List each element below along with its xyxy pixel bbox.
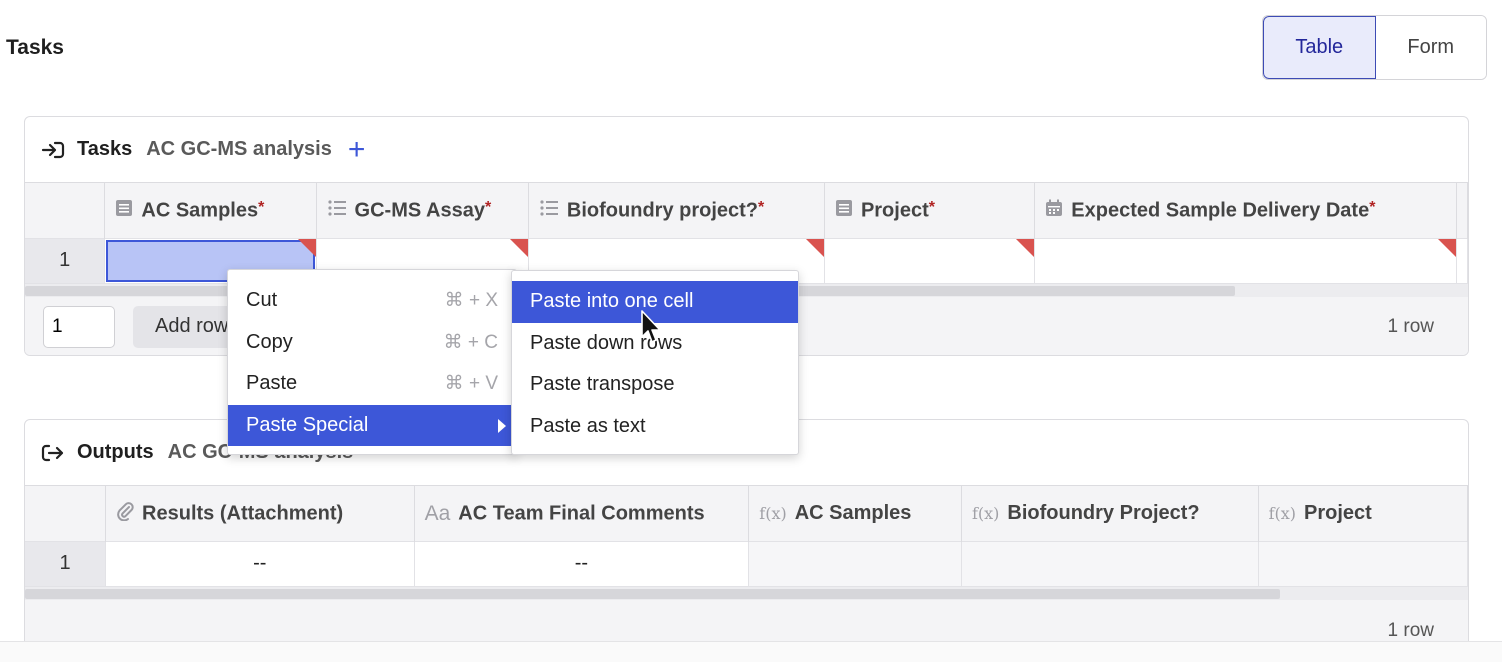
tasks-panel-header: Tasks AC GC-MS analysis +	[25, 117, 1468, 182]
outputs-table: Results (Attachment) Aa AC Team Final Com…	[25, 485, 1468, 586]
column-header-overflow	[1456, 182, 1468, 239]
view-toggle: Table Form	[1262, 15, 1487, 80]
column-label: AC Samples	[141, 198, 259, 221]
required-marker: *	[258, 198, 265, 216]
cell-overflow	[1456, 238, 1468, 283]
cell-expected-delivery-date[interactable]	[1034, 238, 1457, 283]
cell-results[interactable]: --	[105, 541, 415, 586]
menu-item-paste-special[interactable]: Paste Special	[228, 404, 516, 446]
paste-special-submenu: Paste into one cell Paste down rows Past…	[511, 270, 799, 455]
header-corner	[25, 182, 106, 239]
tasks-panel-subtitle: AC GC-MS analysis	[146, 138, 332, 160]
rows-count-input[interactable]	[43, 305, 115, 348]
required-flag	[1016, 239, 1035, 257]
column-label: Biofoundry Project?	[1007, 502, 1200, 524]
calendar-icon	[1045, 199, 1063, 223]
row-count: 1 row	[1387, 619, 1434, 641]
required-flag	[509, 239, 528, 257]
column-label: AC Samples	[794, 502, 912, 524]
menu-item-copy[interactable]: Copy ⌘ + C	[228, 322, 516, 364]
tasks-panel-kind: Tasks	[77, 138, 133, 160]
required-marker: *	[484, 198, 492, 216]
table-row: 1 -- --	[25, 541, 1468, 586]
list-icon	[327, 199, 347, 223]
table-view-button[interactable]: Table	[1263, 16, 1376, 79]
mouse-cursor-icon	[640, 309, 664, 350]
menu-item-label: Cut	[246, 289, 278, 312]
column-label: Project	[1304, 502, 1372, 524]
column-header-results[interactable]: Results (Attachment)	[105, 485, 415, 542]
cell-biofoundry-formula	[961, 541, 1259, 586]
column-header-gc-ms-assay[interactable]: GC-MS Assay*	[316, 182, 529, 239]
column-header-expected-delivery-date[interactable]: Expected Sample Delivery Date*	[1034, 182, 1457, 239]
column-header-biofoundry-project[interactable]: Biofoundry project?*	[528, 182, 825, 239]
submenu-item-paste-as-text[interactable]: Paste as text	[512, 406, 798, 448]
shortcut-label: ⌘ + V	[444, 373, 498, 395]
outputs-panel-kind: Outputs	[77, 441, 154, 463]
menu-item-label: Paste as text	[530, 414, 646, 437]
enter-arrow-icon	[41, 139, 67, 161]
tasks-header-row: AC Samples* GC-MS Assay* Biofoundry proj…	[25, 182, 1468, 239]
column-label: Biofoundry project?	[566, 198, 759, 221]
formula-icon: f(x)	[1268, 504, 1296, 524]
outputs-panel: Outputs AC GC-MS analysis Results (Attac…	[24, 419, 1469, 662]
required-flag	[1437, 239, 1456, 257]
menu-item-label: Paste into one cell	[530, 290, 694, 313]
submenu-arrow-icon	[498, 418, 506, 433]
menu-item-cut[interactable]: Cut ⌘ + X	[228, 280, 516, 322]
column-header-project-formula[interactable]: f(x) Project	[1258, 485, 1468, 542]
cell-ac-samples-formula	[748, 541, 962, 586]
required-marker: *	[1369, 198, 1376, 216]
column-header-final-comments[interactable]: Aa AC Team Final Comments	[414, 485, 750, 542]
cell-project-formula	[1258, 541, 1468, 586]
formula-icon: f(x)	[971, 504, 1000, 524]
paperclip-icon	[116, 501, 134, 527]
outputs-header-row: Results (Attachment) Aa AC Team Final Com…	[25, 485, 1468, 542]
column-label: AC Team Final Comments	[458, 501, 705, 524]
column-label: GC-MS Assay	[354, 198, 485, 221]
exit-arrow-icon	[41, 442, 67, 464]
cell-project[interactable]	[824, 238, 1036, 283]
shortcut-label: ⌘ + C	[443, 331, 498, 353]
column-header-project[interactable]: Project*	[824, 182, 1036, 239]
required-marker: *	[928, 198, 935, 216]
scrollbar-thumb[interactable]	[25, 588, 1280, 599]
cell-final-comments[interactable]: --	[414, 541, 750, 586]
menu-item-label: Paste	[246, 372, 298, 395]
table-icon	[115, 199, 133, 223]
column-label: Expected Sample Delivery Date	[1071, 198, 1370, 221]
column-header-ac-samples-formula[interactable]: f(x) AC Samples	[748, 485, 962, 542]
column-header-biofoundry-formula[interactable]: f(x) Biofoundry Project?	[961, 485, 1259, 542]
required-flag	[297, 239, 316, 257]
submenu-item-paste-transpose[interactable]: Paste transpose	[512, 364, 798, 406]
page-title: Tasks	[6, 36, 64, 59]
row-number: 1	[25, 238, 106, 283]
shortcut-label: ⌘ + X	[444, 290, 498, 312]
menu-item-paste[interactable]: Paste ⌘ + V	[228, 363, 516, 405]
required-flag	[805, 239, 824, 257]
row-count: 1 row	[1387, 315, 1434, 337]
form-view-button[interactable]: Form	[1375, 16, 1486, 79]
context-menu: Cut ⌘ + X Copy ⌘ + C Paste ⌘ + V Paste Spec…	[227, 269, 517, 455]
menu-item-label: Paste Special	[246, 413, 369, 436]
table-icon	[835, 199, 853, 223]
header-corner	[25, 485, 107, 542]
outputs-horizontal-scrollbar[interactable]	[25, 585, 1468, 600]
column-header-ac-samples[interactable]: AC Samples*	[104, 182, 317, 239]
add-task-button[interactable]: +	[348, 134, 366, 165]
tasks-table: AC Samples* GC-MS Assay* Biofoundry proj…	[25, 182, 1468, 285]
required-marker: *	[758, 198, 765, 216]
menu-item-label: Copy	[246, 330, 293, 353]
column-label: Project	[860, 198, 929, 221]
formula-icon: f(x)	[759, 504, 787, 524]
row-number: 1	[25, 541, 107, 586]
bottom-bar	[0, 641, 1502, 662]
column-label: Results (Attachment)	[142, 501, 344, 524]
list-icon	[539, 199, 559, 223]
menu-item-label: Paste transpose	[530, 373, 675, 396]
text-icon: Aa	[424, 501, 451, 525]
